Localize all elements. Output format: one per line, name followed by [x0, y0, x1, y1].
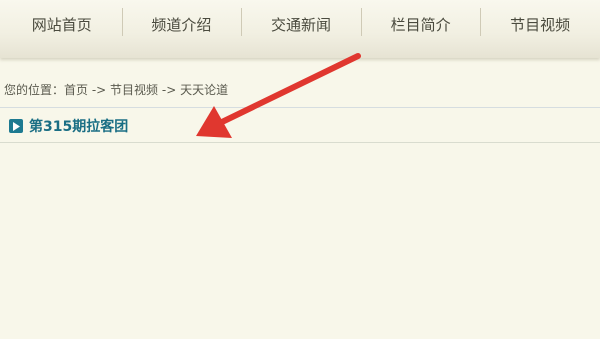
breadcrumb: 您的位置：首页 -> 节目视频 -> 天天论道: [4, 81, 228, 98]
top-nav-bar: 网站首页 频道介绍 交通新闻 栏目简介 节目视频: [0, 0, 600, 58]
nav-item-program-videos[interactable]: 节目视频: [480, 7, 600, 36]
breadcrumb-separator: ->: [88, 83, 111, 97]
divider: [0, 142, 600, 143]
divider: [0, 107, 600, 108]
nav-item-program-intro[interactable]: 栏目简介: [360, 7, 481, 36]
breadcrumb-section-link[interactable]: 节目视频: [110, 83, 158, 97]
breadcrumb-home-link[interactable]: 首页: [64, 83, 88, 97]
nav-item-traffic-news[interactable]: 交通新闻: [241, 7, 361, 36]
episode-list-item[interactable]: 第315期拉客团: [9, 116, 128, 136]
breadcrumb-separator: ->: [158, 83, 181, 97]
breadcrumb-prefix: 您的位置：: [4, 83, 65, 97]
nav-list: 网站首页 频道介绍 交通新闻 栏目简介 节目视频: [0, 0, 600, 48]
nav-item-home[interactable]: 网站首页: [2, 14, 122, 35]
page: 网站首页 频道介绍 交通新闻 栏目简介 节目视频 您的位置：首页 -> 节目视频…: [0, 0, 600, 339]
play-icon: [9, 119, 23, 133]
nav-item-channel-intro[interactable]: 频道介绍: [121, 7, 242, 36]
breadcrumb-current: 天天论道: [180, 83, 229, 97]
episode-title-link[interactable]: 第315期拉客团: [29, 116, 128, 136]
